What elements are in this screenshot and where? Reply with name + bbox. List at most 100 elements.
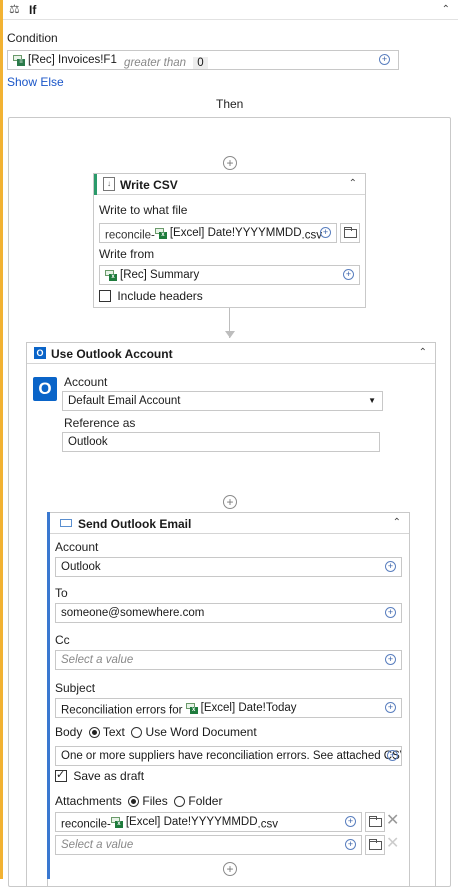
condition-operator[interactable]: greater than [124, 57, 186, 69]
folder-icon [344, 227, 357, 238]
condition-field[interactable]: ≡ [Rec] Invoices!F1 greater than 0 + [7, 50, 399, 70]
dropdown-arrow-icon[interactable]: ▼ [368, 392, 376, 410]
write-file-field[interactable]: reconcile-x [Excel] Date!YYYYMMDD .csv + [99, 223, 337, 243]
then-label: Then [216, 97, 244, 111]
cc-field[interactable]: Select a value + [55, 650, 402, 670]
flow-arrow-icon [225, 331, 235, 338]
show-else-link[interactable]: Show Else [7, 75, 64, 89]
write-csv-header[interactable]: ↓ Write CSV ⌃ [94, 174, 365, 195]
body-label: Body [55, 725, 83, 739]
insert-step-icon[interactable]: + [223, 495, 237, 509]
attachment-field-1[interactable]: reconcile-x [Excel] Date!YYYYMMDD .csv + [55, 812, 362, 832]
record-variable-icon: x [105, 269, 117, 281]
attach-files-label: Files [142, 794, 168, 808]
add-value-icon[interactable]: + [385, 607, 396, 618]
attachment1-prefix: reconcile- [61, 818, 111, 831]
write-csv-accent [94, 174, 97, 195]
outlook-account-header[interactable]: O Use Outlook Account ⌃ [27, 343, 435, 364]
outlook-logo-icon: O [33, 377, 57, 401]
condition-value[interactable]: 0 [193, 56, 208, 69]
body-text-radio[interactable] [88, 727, 100, 738]
file-variable[interactable]: [Excel] Date!YYYYMMDD [170, 224, 302, 242]
browse-folder-button[interactable] [340, 223, 360, 243]
add-value-icon[interactable]: + [385, 702, 396, 713]
send-email-accent [47, 512, 50, 879]
attachment-field-2[interactable]: Select a value + [55, 835, 362, 855]
envelope-icon [60, 519, 72, 527]
condition-label: Condition [7, 31, 58, 45]
attachments-row: Attachments Files Folder [55, 794, 222, 808]
if-icon: ⚖ [9, 2, 20, 16]
attachment1-variable[interactable]: [Excel] Date!YYYYMMDD [126, 813, 258, 831]
to-value: someone@somewhere.com [61, 607, 205, 619]
write-from-value[interactable]: [Rec] Summary [120, 266, 199, 284]
body-row: Body Text Use Word Document [55, 725, 257, 739]
send-email-header[interactable]: Send Outlook Email ⌃ [48, 513, 409, 534]
outlook-icon: O [34, 347, 46, 359]
if-block-header[interactable]: ⚖ If ⌃ [3, 0, 458, 20]
attach-folder-label: Folder [188, 794, 223, 808]
outlook-account-label: Account [64, 375, 108, 389]
add-value-icon[interactable]: + [385, 561, 396, 572]
add-value-icon[interactable]: + [345, 816, 356, 827]
browse-folder-button[interactable] [365, 812, 385, 832]
subject-field[interactable]: Reconciliation errors for x [Excel] Date!… [55, 698, 402, 718]
remove-attachment-icon[interactable]: ✕ [386, 836, 399, 852]
add-value-icon[interactable]: + [385, 654, 396, 665]
folder-icon [369, 816, 382, 827]
save-draft-row[interactable]: Save as draft [55, 768, 145, 783]
reference-as-value: Outlook [68, 436, 108, 448]
reference-as-label: Reference as [64, 416, 136, 430]
attach-files-radio[interactable] [128, 796, 140, 807]
write-file-label: Write to what file [99, 203, 188, 217]
file-suffix: .csv [301, 229, 322, 242]
insert-step-icon[interactable]: + [223, 862, 237, 876]
write-from-label: Write from [99, 247, 155, 261]
attachment1-suffix: .csv [257, 818, 278, 831]
to-field[interactable]: someone@somewhere.com + [55, 603, 402, 623]
excel-variable-icon: x [185, 702, 198, 714]
browse-folder-button[interactable] [365, 835, 385, 855]
include-headers-row[interactable]: Include headers [99, 289, 203, 303]
save-draft-label: Save as draft [73, 769, 145, 783]
send-email-title: Send Outlook Email [78, 517, 192, 531]
write-from-field[interactable]: x [Rec] Summary + [99, 265, 360, 285]
file-prefix: reconcile- [105, 229, 155, 242]
reference-as-field[interactable]: Outlook [62, 432, 380, 452]
add-value-icon[interactable]: + [379, 54, 390, 65]
subject-variable[interactable]: [Excel] Date!Today [201, 699, 297, 717]
body-value: One or more suppliers have reconciliatio… [61, 750, 402, 762]
add-value-icon[interactable]: + [343, 269, 354, 280]
email-account-label: Account [55, 540, 99, 554]
include-headers-checkbox[interactable] [99, 290, 111, 302]
add-value-icon[interactable]: + [345, 839, 356, 850]
outlook-account-title: Use Outlook Account [51, 347, 173, 361]
cc-label: Cc [55, 633, 70, 647]
body-word-radio[interactable] [131, 727, 143, 738]
add-value-icon[interactable]: + [387, 750, 398, 761]
attachment2-placeholder: Select a value [61, 839, 134, 851]
condition-variable[interactable]: [Rec] Invoices!F1 [28, 51, 117, 69]
cc-placeholder: Select a value [61, 654, 134, 666]
body-field[interactable]: One or more suppliers have reconciliatio… [55, 746, 402, 766]
attach-folder-radio[interactable] [174, 796, 186, 807]
save-draft-checkbox[interactable] [55, 768, 67, 782]
insert-step-icon[interactable]: + [223, 156, 237, 170]
excel-variable-icon: x [110, 816, 123, 828]
write-csv-title: Write CSV [120, 178, 178, 192]
to-label: To [55, 586, 68, 600]
attachments-label: Attachments [55, 794, 122, 808]
include-headers-label: Include headers [117, 289, 203, 303]
collapse-chevron-icon[interactable]: ⌃ [349, 178, 357, 189]
subject-prefix: Reconciliation errors for [61, 704, 183, 717]
add-value-icon[interactable]: + [320, 227, 331, 238]
excel-variable-icon: x [154, 227, 167, 239]
email-account-field[interactable]: Outlook + [55, 557, 402, 577]
collapse-chevron-icon[interactable]: ⌃ [419, 347, 427, 358]
if-block-accent-bar [0, 0, 3, 879]
record-variable-icon: ≡ [13, 54, 25, 66]
collapse-chevron-icon[interactable]: ⌃ [393, 517, 401, 528]
outlook-account-select[interactable]: Default Email Account ▼ [62, 391, 383, 411]
remove-attachment-icon[interactable]: ✕ [386, 813, 399, 829]
collapse-chevron-icon[interactable]: ⌃ [442, 4, 450, 15]
